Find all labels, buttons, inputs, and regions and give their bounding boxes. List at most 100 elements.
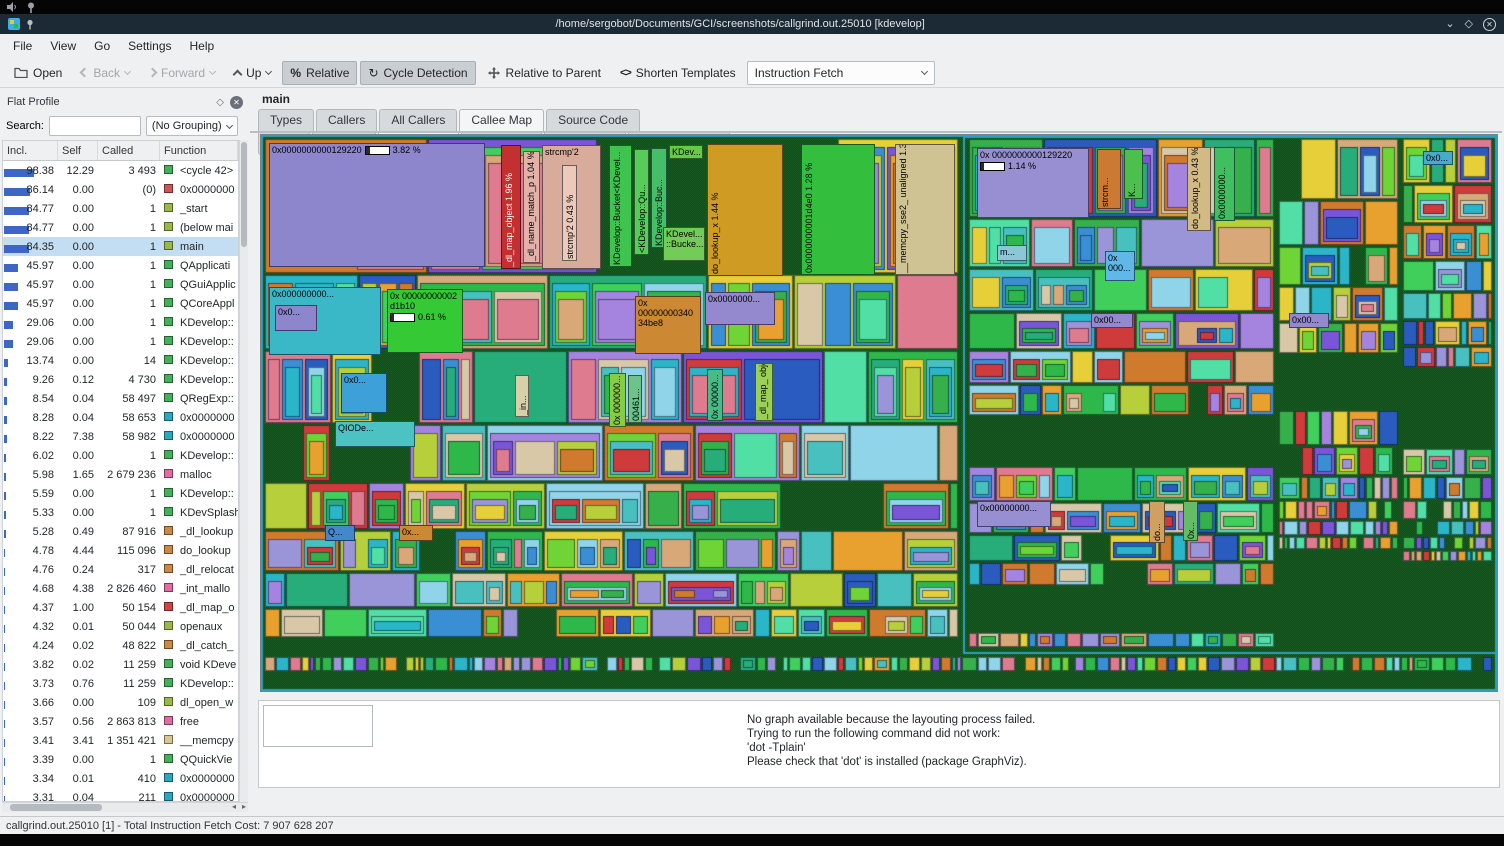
treemap-block[interactable]: 0x 00000000002 d1b100.61 % — [387, 289, 463, 353]
treemap-block[interactable]: KDevelop::Bucket<KDevel... — [609, 145, 632, 267]
treemap-block[interactable]: 0x0000000... — [1214, 147, 1235, 221]
forward-button[interactable]: Forward — [141, 61, 223, 85]
speaker-icon[interactable] — [6, 2, 18, 12]
table-row[interactable]: 6.020.001KDevelop:: — [3, 446, 238, 465]
menu-settings[interactable]: Settings — [119, 36, 180, 56]
tab-source-code[interactable]: Source Code — [546, 109, 640, 131]
table-row[interactable]: 5.590.001KDevelop:: — [3, 484, 238, 503]
treemap-block[interactable]: 0x 00000000001292201.14 % — [977, 148, 1089, 218]
table-row[interactable]: 3.820.0211 259void KDeve — [3, 655, 238, 674]
event-type-combobox[interactable]: Instruction Fetch — [747, 61, 935, 85]
treemap-block[interactable]: do_lookup_x 0.43 % — [1187, 147, 1211, 231]
treemap-block[interactable]: 0x00... — [1091, 313, 1133, 328]
table-row[interactable]: 86.140.00(0)0x0000000 — [3, 180, 238, 199]
menu-view[interactable]: View — [41, 36, 85, 56]
open-button[interactable]: Open — [6, 61, 70, 85]
up-button[interactable]: Up — [226, 61, 279, 85]
table-vertical-scrollbar[interactable] — [239, 140, 248, 802]
tab-callers[interactable]: Callers — [316, 109, 377, 131]
back-button[interactable]: Back — [73, 61, 138, 85]
relative-to-parent-toggle[interactable]: Relative to Parent — [479, 61, 609, 85]
cycle-detection-toggle[interactable]: ↻ Cycle Detection — [360, 61, 475, 85]
treemap-block[interactable]: 0x... — [1183, 501, 1198, 541]
treemap-block[interactable]: 0x... — [399, 525, 433, 541]
treemap-block[interactable]: _in... — [515, 375, 529, 417]
tab-callee-map[interactable]: Callee Map — [459, 109, 544, 131]
treemap-block[interactable]: __memcpy_sse2_ unaligned 1.39 % — [895, 144, 955, 275]
treemap-block[interactable]: KDev... — [669, 145, 703, 159]
table-row[interactable]: 8.540.0458 497QRegExp:: — [3, 389, 238, 408]
table-row[interactable]: 3.570.562 863 813free — [3, 712, 238, 731]
treemap-block[interactable]: 00461... — [628, 375, 642, 423]
treemap-block[interactable]: 0x00000000001292203.82 % — [269, 143, 485, 267]
table-row[interactable]: 4.684.382 826 460_int_mallo — [3, 579, 238, 598]
column-self[interactable]: Self — [58, 141, 98, 160]
table-row[interactable]: 9.260.124 730KDevelop:: — [3, 370, 238, 389]
table-row[interactable]: 45.970.001QApplicati — [3, 256, 238, 275]
table-row[interactable]: 5.280.4987 916_dl_lookup — [3, 522, 238, 541]
table-row[interactable]: 29.060.001KDevelop:: — [3, 313, 238, 332]
search-input[interactable] — [49, 116, 141, 136]
treemap-block[interactable]: m... — [997, 245, 1027, 261]
grouping-combobox[interactable]: (No Grouping) — [146, 116, 238, 136]
table-row[interactable]: 3.390.001QQuickVie — [3, 750, 238, 769]
table-row[interactable]: 8.227.3858 9820x0000000 — [3, 427, 238, 446]
table-row[interactable]: 3.340.014100x0000000 — [3, 769, 238, 788]
column-function[interactable]: Function — [160, 141, 238, 160]
column-called[interactable]: Called — [98, 141, 160, 160]
treemap-block[interactable]: QIODe... — [335, 421, 415, 447]
treemap-block[interactable]: 0x 00000000340 34be8 — [635, 296, 701, 354]
titlebar[interactable]: /home/sergobot/Documents/GCI/screenshots… — [0, 14, 1504, 34]
table-row[interactable]: 5.981.652 679 236malloc — [3, 465, 238, 484]
table-row[interactable]: 3.660.00109dl_open_w — [3, 693, 238, 712]
table-horizontal-scrollbar[interactable]: ◂ ▸ — [2, 802, 248, 812]
treemap-block[interactable]: 0x0000000... — [705, 292, 775, 325]
treemap-block[interactable]: 0x 000000... — [609, 373, 626, 427]
table-row[interactable]: 3.413.411 351 421__memcpy — [3, 731, 238, 750]
shade-button[interactable]: ⌄ — [1445, 19, 1454, 30]
table-row[interactable]: 45.970.001QGuiApplic — [3, 275, 238, 294]
close-dock-button[interactable]: ✕ — [230, 96, 243, 109]
treemap-block[interactable]: 0x0... — [1423, 151, 1453, 165]
table-row[interactable]: 4.320.0150 044openaux — [3, 617, 238, 636]
float-dock-button[interactable]: ◇ — [216, 97, 224, 108]
treemap-block[interactable]: 0x00000000... — [977, 501, 1051, 527]
treemap-block[interactable]: 0x0... — [275, 305, 317, 331]
treemap-block[interactable]: 0x00... — [1289, 313, 1329, 328]
column-incl[interactable]: Incl. — [3, 141, 58, 160]
table-row[interactable]: 84.350.001main — [3, 237, 238, 256]
tab-types[interactable]: Types — [258, 109, 314, 131]
table-row[interactable]: 8.280.0458 6530x0000000 — [3, 408, 238, 427]
treemap-block[interactable]: 0x0000000001d4e0 1.28 % — [801, 144, 875, 275]
treemap-block[interactable]: do_lookup_x 1.44 % — [707, 144, 783, 276]
scroll-left-icon[interactable]: ◂ — [232, 802, 236, 811]
relative-toggle[interactable]: % Relative — [282, 61, 357, 85]
table-row[interactable]: 13.740.0014KDevelop:: — [3, 351, 238, 370]
scroll-right-icon[interactable]: ▸ — [242, 802, 246, 811]
menu-file[interactable]: File — [4, 36, 41, 56]
treemap-block[interactable]: K... — [1124, 149, 1143, 199]
table-row[interactable]: 84.770.001(below mai — [3, 218, 238, 237]
treemap-block[interactable]: 0x0... — [341, 373, 387, 413]
shorten-templates-toggle[interactable]: <> Shorten Templates — [612, 61, 744, 85]
table-row[interactable]: 4.784.44115 096do_lookup — [3, 541, 238, 560]
pin-icon[interactable] — [26, 2, 36, 13]
close-button[interactable]: ✕ — [1483, 18, 1496, 31]
table-row[interactable]: 4.371.0050 154_dl_map_o — [3, 598, 238, 617]
treemap-block[interactable]: 0x 000... — [1105, 251, 1135, 281]
table-row[interactable]: 4.760.24317_dl_relocat — [3, 560, 238, 579]
menu-go[interactable]: Go — [85, 36, 119, 56]
table-row[interactable]: 98.3812.293 493<cycle 42> — [3, 161, 238, 180]
titlebar-pin-icon[interactable] — [25, 19, 35, 30]
treemap-block[interactable]: _dl_map_object 1.96 % — [501, 145, 521, 269]
table-row[interactable]: 4.240.0248 822_dl_catch_ — [3, 636, 238, 655]
graph-birdseye-view[interactable] — [263, 705, 373, 747]
maximize-button[interactable]: ◇ — [1465, 19, 1473, 30]
table-row[interactable]: 45.970.001QCoreAppl — [3, 294, 238, 313]
table-row[interactable]: 3.730.7611 259KDevelop:: — [3, 674, 238, 693]
menu-help[interactable]: Help — [181, 36, 224, 56]
table-row[interactable]: 5.330.001KDevSplash — [3, 503, 238, 522]
treemap-block[interactable]: _dl_name_match_p 1.04 % — [523, 151, 540, 263]
tab-all-callers[interactable]: All Callers — [379, 109, 457, 131]
treemap-block[interactable]: Q... — [325, 525, 355, 541]
